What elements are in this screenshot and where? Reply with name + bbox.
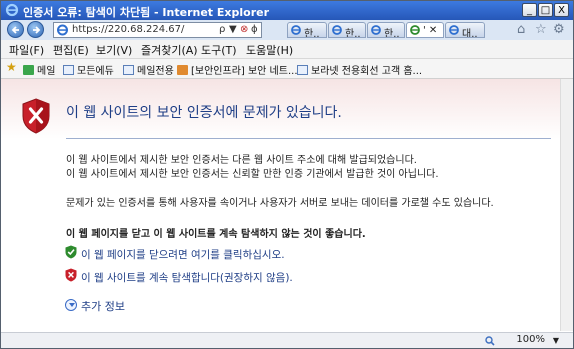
search-icon[interactable]: ρ xyxy=(219,24,225,35)
forward-button[interactable] xyxy=(27,21,44,38)
favorite-mail-only[interactable]: 메일전용 xyxy=(123,62,174,77)
menu-tools[interactable]: 도구(T) xyxy=(201,42,237,58)
page-icon xyxy=(123,65,134,75)
favorite-label: 메일전용 xyxy=(137,66,174,77)
maximize-button[interactable]: □ xyxy=(538,3,553,17)
close-button[interactable]: X xyxy=(554,3,569,17)
favorite-mail[interactable]: 메일 xyxy=(23,62,55,77)
favorite-label: [보안인프라] 보안 네트... xyxy=(191,66,298,77)
tab-1[interactable]: 한.. xyxy=(287,22,327,38)
heading-divider xyxy=(66,138,551,139)
tab-label: 대.. xyxy=(462,29,478,38)
favorites-bar: ★ 메일 모든에듀 메일전용 [보안인프라] 보안 네트... 보라넷 전용회선… xyxy=(1,59,573,79)
tab-label: 한.. xyxy=(304,29,320,38)
tab-page-icon xyxy=(290,24,302,37)
tab-page-icon xyxy=(448,24,460,37)
more-info-link[interactable]: 추가 정보 xyxy=(81,298,125,314)
back-button[interactable] xyxy=(7,21,24,38)
address-bar[interactable]: https://220.68.224.67/ ρ ▼ ⊗ ϕ xyxy=(53,22,262,38)
green-shield-check-icon xyxy=(65,245,77,259)
favorite-security-infra[interactable]: [보안인프라] 보안 네트... xyxy=(177,62,298,77)
ie-logo-icon xyxy=(5,3,19,17)
window-title: 인증서 오류: 탐색이 차단됨 - Internet Explorer xyxy=(23,6,269,19)
menu-help[interactable]: 도움말(H) xyxy=(246,42,293,58)
tab-active[interactable]: ' ✕ xyxy=(406,22,444,38)
menu-view[interactable]: 보기(V) xyxy=(96,42,132,58)
red-shield-x-icon xyxy=(65,268,77,282)
favorite-label: 모든에듀 xyxy=(77,66,114,77)
address-row: https://220.68.224.67/ ρ ▼ ⊗ ϕ 한.. 한.. 한… xyxy=(1,20,573,40)
close-page-link[interactable]: 이 웹 페이지를 닫으려면 여기를 클릭하십시오. xyxy=(81,247,285,262)
risk-explanation: 문제가 있는 인증서를 통해 사용자를 속이거나 사용자가 서버로 보내는 데이… xyxy=(66,198,494,209)
shield-icon xyxy=(177,65,188,75)
tab-label: 한.. xyxy=(384,29,400,38)
zoom-dropdown-icon[interactable]: ▼ xyxy=(553,336,559,345)
tab-page-icon xyxy=(409,24,421,37)
menu-bar: 파일(F) 편집(E) 보기(V) 즐겨찾기(A) 도구(T) 도움말(H) xyxy=(1,40,573,59)
favorite-label: 메일 xyxy=(37,66,56,77)
page-icon xyxy=(63,65,74,75)
tab-label: ' ✕ xyxy=(423,25,438,36)
tab-label: 한.. xyxy=(345,29,361,38)
browser-window: 인증서 오류: 탐색이 차단됨 - Internet Explorer _ □ … xyxy=(0,0,574,349)
favorite-label: 보라넷 전용회선 고객 홈... xyxy=(311,66,423,77)
tab-page-icon xyxy=(331,24,343,37)
tab-3[interactable]: 한.. xyxy=(367,22,405,38)
favorites-icon[interactable]: ☆ xyxy=(535,22,547,37)
zoom-level[interactable]: 100% xyxy=(516,334,545,345)
menu-file[interactable]: 파일(F) xyxy=(9,42,44,58)
error-shield-icon xyxy=(22,98,50,134)
tab-page-icon xyxy=(370,24,382,37)
home-icon[interactable]: ⌂ xyxy=(517,22,525,37)
zoom-icon xyxy=(485,336,495,346)
page-heading: 이 웹 사이트의 보안 인증서에 문제가 있습니다. xyxy=(66,105,342,121)
explanation-line-1: 이 웹 사이트에서 제시한 보안 인증서는 다른 웹 사이트 주소에 대해 발급… xyxy=(66,155,417,166)
continue-website-link[interactable]: 이 웹 사이트를 계속 탐색합니다(권장하지 않음). xyxy=(81,270,293,285)
minimize-button[interactable]: _ xyxy=(522,3,537,17)
favorites-star-icon[interactable]: ★ xyxy=(6,60,17,74)
forward-arrow-icon xyxy=(33,26,41,34)
certificate-error-icon[interactable]: ⊗ xyxy=(240,24,248,35)
address-url[interactable]: https://220.68.224.67/ xyxy=(72,24,184,35)
tools-gear-icon[interactable]: ⚙ xyxy=(553,22,565,37)
menu-edit[interactable]: 편집(E) xyxy=(53,42,89,58)
address-dropdown-icon[interactable]: ▼ xyxy=(229,24,237,35)
tab-5[interactable]: 대.. xyxy=(445,22,485,38)
refresh-icon[interactable]: ϕ xyxy=(251,24,258,35)
back-arrow-icon xyxy=(11,26,19,34)
vertical-scrollbar[interactable] xyxy=(560,79,573,331)
expand-chevron-icon[interactable] xyxy=(65,299,77,311)
mail-icon xyxy=(23,65,34,75)
menu-favorites[interactable]: 즐겨찾기(A) xyxy=(141,42,198,58)
explanation-line-2: 이 웹 사이트에서 제시한 보안 인증서는 신뢰할 만한 인증 기관에서 발급한… xyxy=(66,169,439,180)
favorite-boranet[interactable]: 보라넷 전용회선 고객 홈... xyxy=(297,62,422,77)
ie-page-icon xyxy=(57,24,68,36)
page-icon xyxy=(297,65,308,75)
status-bar: 100% ▼ xyxy=(1,332,573,348)
recommendation-text: 이 웹 페이지를 닫고 이 웹 사이트를 계속 탐색하지 않는 것이 좋습니다. xyxy=(66,229,366,240)
favorite-modeunedu[interactable]: 모든에듀 xyxy=(63,62,114,77)
title-bar: 인증서 오류: 탐색이 차단됨 - Internet Explorer _ □ … xyxy=(1,1,573,20)
tab-2[interactable]: 한.. xyxy=(328,22,366,38)
